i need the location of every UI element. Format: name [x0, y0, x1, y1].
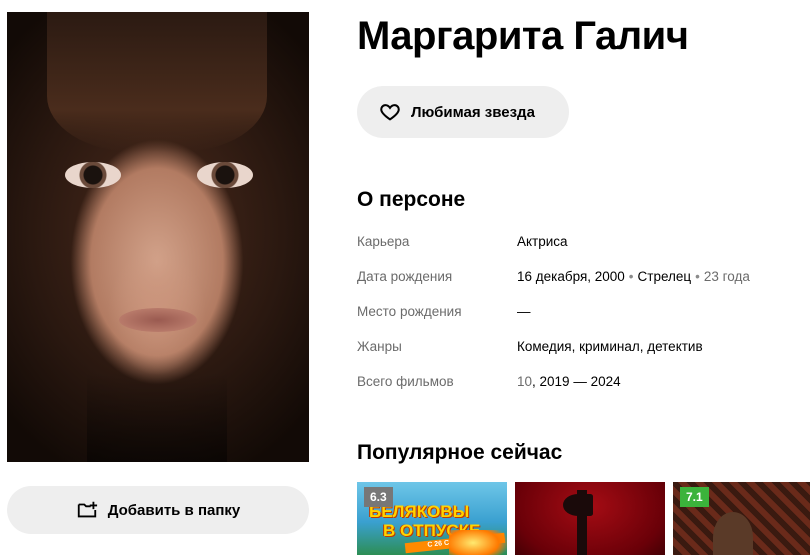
- popular-now-title: Популярное сейчас: [357, 441, 563, 464]
- add-to-folder-label: Добавить в папку: [107, 501, 241, 519]
- films-years: , 2019 — 2024: [532, 374, 621, 389]
- info-value[interactable]: Комедия, криминал, детектив: [517, 339, 703, 374]
- info-value[interactable]: Актриса: [517, 234, 568, 269]
- info-value: 16 декабря, 2000 • Стрелец • 23 года: [517, 269, 750, 304]
- films-count[interactable]: 10: [517, 374, 532, 389]
- person-photo: [7, 12, 309, 462]
- info-label: Карьера: [357, 234, 410, 249]
- photo-lips: [119, 308, 197, 332]
- info-row-genres: Жанры Комедия, криминал, детектив: [357, 339, 750, 374]
- movie-card[interactable]: БЕЛЯКОВЫ В ОТПУСКЕ С 26 СЕНТЯБРЯ 6.3: [357, 482, 507, 555]
- separator-dot: •: [695, 269, 700, 284]
- info-value: 10, 2019 — 2024: [517, 374, 621, 409]
- info-row-birthplace: Место рождения —: [357, 304, 750, 339]
- about-section-title: О персоне: [357, 188, 466, 211]
- info-label: Всего фильмов: [357, 374, 454, 389]
- separator-dot: •: [628, 269, 634, 284]
- rating-badge: 6.3: [364, 487, 393, 507]
- favorite-star-button[interactable]: Любимая звезда: [357, 86, 569, 138]
- birth-date[interactable]: 16 декабря, 2000: [517, 269, 625, 284]
- age: 23 года: [703, 269, 750, 284]
- info-row-career: Карьера Актриса: [357, 234, 750, 269]
- folder-add-icon: [77, 501, 97, 518]
- popular-cards: БЕЛЯКОВЫ В ОТПУСКЕ С 26 СЕНТЯБРЯ 6.3 7.1: [357, 482, 810, 555]
- info-label: Дата рождения: [357, 269, 453, 284]
- zodiac-sign[interactable]: Стрелец: [638, 269, 692, 284]
- poster-explosion: [449, 530, 507, 555]
- info-label: Место рождения: [357, 304, 462, 319]
- movie-card[interactable]: [515, 482, 665, 555]
- photo-shadow: [87, 372, 227, 462]
- info-row-birthdate: Дата рождения 16 декабря, 2000 • Стрелец • 2…: [357, 269, 750, 304]
- info-label: Жанры: [357, 339, 402, 354]
- poster-axe: [563, 490, 593, 555]
- rating-badge: 7.1: [680, 487, 709, 507]
- heart-icon: [380, 104, 400, 121]
- add-to-folder-button[interactable]: Добавить в папку: [7, 486, 309, 534]
- photo-hair: [47, 12, 267, 152]
- movie-card[interactable]: 7.1: [673, 482, 810, 555]
- info-value: —: [517, 304, 531, 319]
- person-info-table: Карьера Актриса Дата рождения 16 декабря…: [357, 234, 750, 409]
- photo-eye-left: [65, 162, 121, 188]
- person-name: Маргарита Галич: [357, 14, 689, 58]
- poster-figure: [713, 512, 753, 555]
- favorite-star-label: Любимая звезда: [411, 103, 535, 121]
- info-row-total-films: Всего фильмов 10, 2019 — 2024: [357, 374, 750, 409]
- photo-eye-right: [197, 162, 253, 188]
